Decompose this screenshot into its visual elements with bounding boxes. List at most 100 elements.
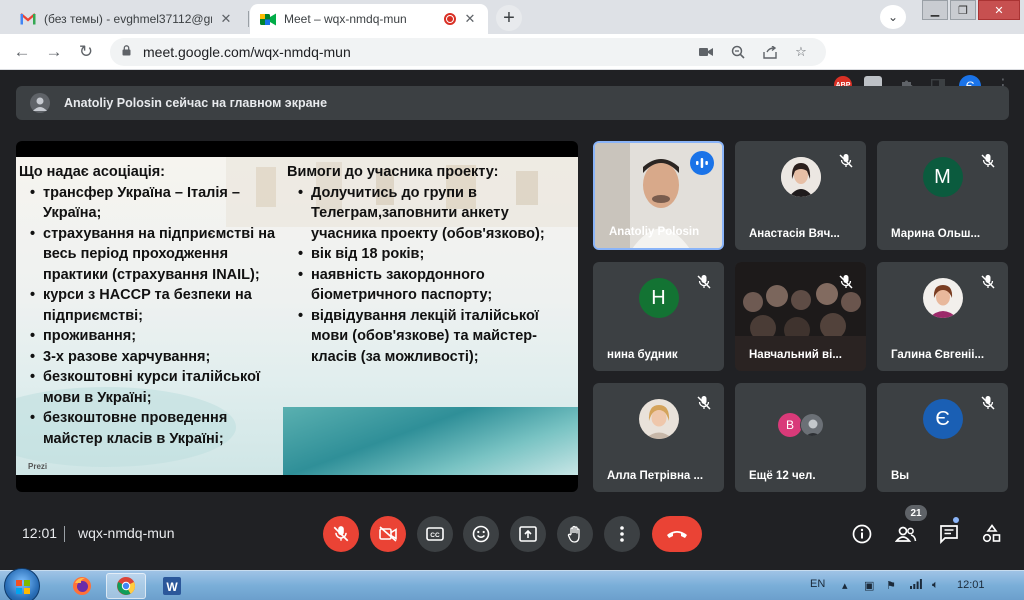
minimize-icon[interactable]: ▁: [922, 0, 948, 20]
end-call-button[interactable]: [652, 516, 702, 552]
participant-initial-avatar: Н: [638, 278, 679, 318]
network-icon[interactable]: [910, 579, 922, 592]
tray-expand-icon[interactable]: ▴: [842, 579, 848, 592]
back-icon[interactable]: ←: [12, 42, 32, 62]
more-participants-tile[interactable]: В Ещё 12 чел.: [735, 383, 866, 492]
slide-column-benefits: Що надає асоціація: трансфер Україна – І…: [19, 162, 281, 449]
participant-photo: [922, 278, 963, 318]
presenting-banner: Anatoliy Polosin сейчас на главном экран…: [16, 86, 1009, 120]
speaking-indicator-icon: [690, 151, 714, 175]
participant-tile[interactable]: М Марина Ольш...: [877, 141, 1008, 250]
participant-tile[interactable]: Анастасія Вяч...: [735, 141, 866, 250]
tray-flag-icon[interactable]: ⚑: [886, 579, 896, 592]
present-screen-button[interactable]: [510, 516, 546, 552]
taskbar-clock[interactable]: 12:01: [957, 579, 985, 591]
taskbar-firefox[interactable]: [62, 573, 102, 599]
tab-search-icon[interactable]: ⌄: [880, 5, 906, 29]
forward-icon[interactable]: →: [44, 42, 64, 62]
participant-name: Ещё 12 чел.: [749, 470, 816, 482]
participant-tile[interactable]: Н нина будник: [593, 262, 724, 371]
emoji-icon: [472, 525, 490, 543]
close-tab-icon[interactable]: ✕: [462, 11, 478, 27]
tab-meet[interactable]: Meet – wqx-nmdq-mun ✕: [250, 4, 488, 34]
participant-name: Anatoliy Polosin: [609, 226, 700, 238]
gmail-icon: [20, 11, 36, 27]
raise-hand-button[interactable]: [557, 516, 593, 552]
slide-bullet: вік від 18 років;: [287, 244, 577, 265]
tab-title: Meet – wqx-nmdq-mun: [284, 12, 407, 26]
participant-initial-avatar: М: [922, 157, 963, 197]
chrome-icon: [117, 577, 135, 595]
firefox-icon: [73, 577, 91, 595]
tab-gmail[interactable]: (без темы) - evghmel37112@gm ✕: [10, 4, 244, 34]
participant-name: Вы: [891, 470, 910, 482]
participant-name: нина будник: [607, 349, 678, 361]
start-button[interactable]: [4, 568, 40, 600]
new-tab-button[interactable]: +: [496, 5, 522, 31]
browser-toolbar: ← → ↻ meet.google.com/wqx-nmdq-mun ☆ ABP…: [0, 34, 1024, 97]
slide-bullet: проживання;: [19, 326, 281, 347]
chat-notification-dot: [953, 517, 959, 523]
taskbar-word[interactable]: W: [152, 573, 192, 599]
camera-off-icon: [379, 526, 397, 542]
maximize-icon[interactable]: ❐: [950, 0, 976, 20]
chat-icon[interactable]: [937, 522, 961, 546]
captions-button[interactable]: CC: [417, 516, 453, 552]
toggle-camera-button[interactable]: [370, 516, 406, 552]
participant-photo: [800, 413, 824, 437]
activities-icon[interactable]: [980, 522, 1004, 546]
close-tab-icon[interactable]: ✕: [218, 11, 234, 27]
more-options-button[interactable]: [604, 516, 640, 552]
participant-tile[interactable]: Галина Євгеніі...: [877, 262, 1008, 371]
participant-tile[interactable]: Навчальний ві...: [735, 262, 866, 371]
people-icon[interactable]: [894, 522, 918, 546]
tray-app-icon[interactable]: ▣: [864, 579, 874, 592]
svg-text:CC: CC: [430, 532, 440, 539]
participant-tile[interactable]: Алла Петрівна ...: [593, 383, 724, 492]
participant-photo: [638, 399, 679, 439]
prezi-watermark: Prezi: [28, 462, 48, 471]
close-window-icon[interactable]: ✕: [978, 0, 1020, 20]
meeting-clock: 12:01: [22, 525, 58, 541]
slide-heading: Вимоги до учасника проекту:: [287, 164, 499, 180]
reload-icon[interactable]: ↻: [76, 42, 96, 62]
sea-image: [283, 407, 578, 475]
presenting-text: Anatoliy Polosin сейчас на главном экран…: [64, 96, 328, 110]
share-icon[interactable]: [761, 43, 779, 61]
reactions-button[interactable]: [463, 516, 499, 552]
slide-bullet: наявність закордонного біометричного пас…: [287, 265, 577, 306]
meet-icon: [260, 11, 276, 27]
lock-icon: [122, 45, 131, 59]
browser-tab-bar: (без темы) - evghmel37112@gm ✕ Meet – wq…: [0, 0, 1024, 34]
slide-bullet: трансфер Україна – Італія – Україна;: [19, 183, 281, 224]
tab-title: (без темы) - evghmel37112@gm: [44, 12, 212, 26]
url-text: meet.google.com/wqx-nmdq-mun: [143, 44, 351, 60]
slide-bullet: 3-х разове харчування;: [19, 347, 281, 368]
self-tile[interactable]: Є Вы: [877, 383, 1008, 492]
shared-screen[interactable]: Що надає асоціація: трансфер Україна – І…: [16, 141, 578, 492]
meeting-info-icon[interactable]: [850, 522, 874, 546]
kebab-icon: [620, 526, 624, 542]
toggle-mic-button[interactable]: [323, 516, 359, 552]
bookmark-star-icon[interactable]: ☆: [792, 43, 810, 61]
participant-name: Анастасія Вяч...: [749, 228, 840, 240]
participant-name: Навчальний ві...: [749, 349, 842, 361]
camera-icon[interactable]: [697, 43, 715, 61]
zoom-icon[interactable]: [729, 43, 747, 61]
taskbar-chrome[interactable]: [106, 573, 146, 599]
tab-divider: [248, 11, 249, 27]
mic-off-icon: [981, 275, 995, 289]
presenter-avatar: [30, 93, 50, 113]
slide-bullet: курси з HACCP та безпеки на підприємстві…: [19, 285, 281, 326]
address-bar[interactable]: meet.google.com/wqx-nmdq-mun ☆: [110, 38, 826, 66]
slide-bullet: безкоштовні курси італійської мови в Укр…: [19, 367, 281, 408]
volume-icon[interactable]: 🔈︎: [932, 579, 939, 592]
recording-icon: [444, 13, 456, 25]
mic-off-icon: [697, 275, 711, 289]
language-indicator[interactable]: EN: [810, 578, 825, 590]
slide-bullet: відвідування лекцій італійської мови (об…: [287, 306, 577, 368]
mic-off-icon: [839, 275, 853, 289]
participant-name: Алла Петрівна ...: [607, 470, 704, 482]
participant-tile[interactable]: Anatoliy Polosin: [593, 141, 724, 250]
captions-icon: CC: [426, 527, 444, 541]
